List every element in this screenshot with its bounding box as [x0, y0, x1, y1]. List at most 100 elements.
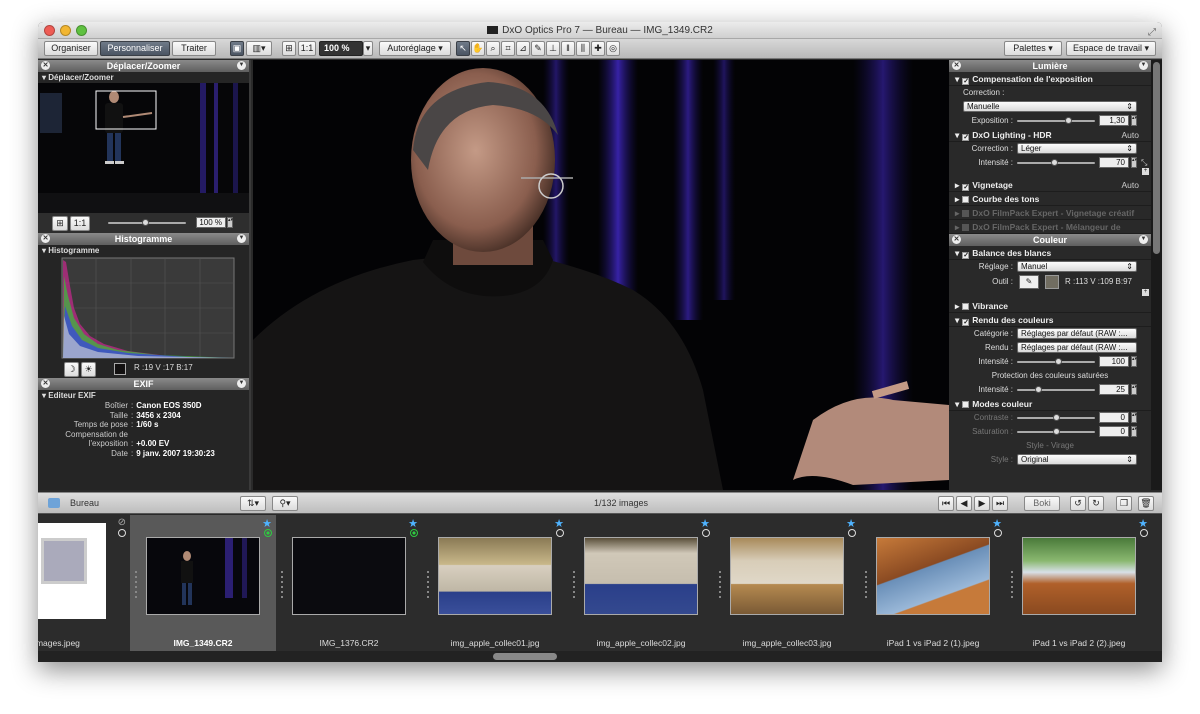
balance-section-header[interactable]: ▾ ✓ Balance des blancs — [949, 246, 1151, 260]
compare-view-icon[interactable]: ▥▾ — [246, 41, 272, 56]
protection-intensite-value[interactable]: 25 — [1099, 384, 1129, 395]
histogram-panel-header[interactable]: ✕ Histogramme ▼ — [38, 233, 249, 245]
zoom-dropdown-icon[interactable]: ▾ — [363, 41, 373, 56]
modes-saturation-value[interactable]: 0 — [1099, 426, 1129, 437]
pointer-tool-icon[interactable]: ↖ — [456, 41, 470, 56]
panel-zoom-value[interactable]: 100 % — [196, 217, 226, 228]
vibrance-checkbox[interactable] — [962, 303, 970, 310]
rendu-rendu-select[interactable]: Réglages par défaut (RAW :... — [1017, 342, 1137, 353]
tab-traiter[interactable]: Traiter — [172, 41, 216, 56]
close-panel-icon[interactable]: ✕ — [41, 234, 50, 243]
protection-intensite-slider[interactable] — [1017, 386, 1095, 393]
drag-grip[interactable] — [865, 571, 867, 601]
minimize-window-button[interactable] — [60, 25, 71, 36]
lighting-correction-select[interactable]: Léger ⇕ — [1017, 143, 1137, 154]
trash-icon[interactable]: 🗑 — [1138, 496, 1154, 511]
lighting-section-header[interactable]: ▾ ✓ DxO Lighting - HDR Auto — [949, 128, 1151, 142]
scrollbar-thumb[interactable] — [1153, 62, 1160, 254]
exposure-correction-select[interactable]: Manuelle ⇕ — [963, 101, 1137, 112]
close-panel-icon[interactable]: ✕ — [952, 61, 961, 70]
zoom-tool-icon[interactable]: ⌕ — [486, 41, 500, 56]
rendu-intensite-slider[interactable] — [1017, 358, 1095, 365]
zoom-panel-header[interactable]: ✕ Déplacer/Zoomer ▼ — [38, 60, 249, 72]
exposure-section-header[interactable]: ▾ ✓ Compensation de l'exposition — [949, 72, 1151, 86]
compare-tool-icon[interactable]: ‖ — [561, 41, 575, 56]
lighting-intensite-value[interactable]: 70 — [1099, 157, 1129, 168]
rendu-intensite-stepper[interactable]: ▴▾ — [1131, 356, 1137, 367]
lighting-checkbox[interactable]: ✓ — [962, 134, 970, 141]
vignetage-section-header[interactable]: ▸ ✓ Vignetage Auto — [949, 178, 1151, 192]
last-image-icon[interactable]: ⏭ — [992, 496, 1008, 511]
protection-intensite-stepper[interactable]: ▴▾ — [1131, 384, 1137, 395]
right-panel-scrollbar[interactable] — [1151, 60, 1162, 490]
eyedropper-tool-icon[interactable]: ✎ — [531, 41, 545, 56]
thumbnail[interactable]: ⊘ images.jpeg — [38, 515, 130, 651]
workspace-dropdown[interactable]: Espace de travail ▾ — [1066, 41, 1156, 56]
main-image-viewer[interactable] — [253, 60, 949, 490]
tab-organiser[interactable]: Organiser — [44, 41, 98, 56]
target-tool-icon[interactable]: ◎ — [606, 41, 620, 56]
boki-button[interactable]: Boki — [1024, 496, 1060, 511]
courbe-section-header[interactable]: ▸ Courbe des tons — [949, 192, 1151, 206]
modes-section-header[interactable]: ▾ Modes couleur — [949, 397, 1151, 411]
close-panel-icon[interactable]: ✕ — [41, 379, 50, 388]
palettes-dropdown[interactable]: Palettes ▾ — [1004, 41, 1062, 56]
autoreglage-dropdown[interactable]: Autoréglage ▾ — [379, 41, 451, 56]
expand-icon[interactable]: + — [1142, 289, 1149, 296]
scrollbar-thumb[interactable] — [493, 653, 557, 660]
drag-grip[interactable] — [573, 571, 575, 601]
exposition-stepper[interactable]: ▴▾ — [1131, 115, 1137, 126]
sort-icon[interactable]: ⇅▾ — [240, 496, 266, 511]
exposition-value[interactable]: 1,30 — [1099, 115, 1129, 126]
copy-icon[interactable]: ❐ — [1116, 496, 1132, 511]
drag-grip[interactable] — [135, 571, 137, 601]
highlight-clip-icon[interactable]: ☀ — [81, 362, 96, 377]
close-panel-icon[interactable]: ✕ — [952, 235, 961, 244]
zoom-window-button[interactable] — [76, 25, 87, 36]
expand-icon[interactable]: + — [1142, 168, 1149, 175]
panel-menu-icon[interactable]: ▼ — [1139, 235, 1148, 244]
modes-saturation-stepper[interactable]: ▴▾ — [1131, 426, 1137, 437]
thumbnail[interactable]: ★ IMG_1376.CR2 — [276, 515, 422, 651]
zoom-input[interactable]: 100 % — [319, 41, 363, 56]
thumbnail[interactable]: ★ img_apple_collec01.jpg — [422, 515, 568, 651]
close-window-button[interactable] — [44, 25, 55, 36]
thumbnail-selected[interactable]: ★ IMG_1349.CR2 — [130, 515, 276, 651]
close-panel-icon[interactable]: ✕ — [41, 61, 50, 70]
single-view-icon[interactable]: ▣ — [230, 41, 244, 56]
repair-tool-icon[interactable]: ✚ — [591, 41, 605, 56]
thumbnail[interactable]: ★ img_apple_collec03.jpg — [714, 515, 860, 651]
panel-zoom-stepper[interactable]: ▴▾ — [227, 217, 233, 228]
prev-image-icon[interactable]: ◀ — [956, 496, 972, 511]
modes-contraste-slider[interactable] — [1017, 414, 1095, 421]
exposure-checkbox[interactable]: ✓ — [962, 78, 970, 85]
rendu-checkbox[interactable]: ✓ — [962, 319, 970, 326]
vignetage-checkbox[interactable]: ✓ — [962, 184, 970, 191]
lighting-intensite-slider[interactable] — [1017, 159, 1095, 166]
drag-grip[interactable] — [719, 571, 721, 601]
modes-saturation-slider[interactable] — [1017, 428, 1095, 435]
rendu-section-header[interactable]: ▾ ✓ Rendu des couleurs — [949, 313, 1151, 327]
courbe-checkbox[interactable] — [962, 196, 970, 203]
rotate-right-icon[interactable]: ↻ — [1088, 496, 1104, 511]
hand-tool-icon[interactable]: ✋ — [471, 41, 485, 56]
panel-zoom-1to1-button[interactable]: 1:1 — [70, 216, 90, 231]
filmstrip-scrollbar[interactable] — [38, 651, 1162, 662]
shadow-clip-icon[interactable]: ☽ — [64, 362, 79, 377]
filter-icon[interactable]: ⚲▾ — [272, 496, 298, 511]
exif-panel-header[interactable]: ✕ EXIF ▼ — [38, 378, 249, 390]
lighting-intensite-stepper[interactable]: ▴▾ — [1131, 157, 1137, 168]
drag-grip[interactable] — [281, 571, 283, 601]
modes-contraste-value[interactable]: 0 — [1099, 412, 1129, 423]
rendu-categorie-select[interactable]: Réglages par défaut (RAW :... — [1017, 328, 1137, 339]
split-tool-icon[interactable]: ⫼ — [576, 41, 590, 56]
thumbnail[interactable]: ★ iPad 1 vs iPad 2 (1).jpeg — [860, 515, 1006, 651]
tab-personnaliser[interactable]: Personnaliser — [100, 41, 170, 56]
style-select[interactable]: Original ⇕ — [1017, 454, 1137, 465]
exposition-slider[interactable] — [1017, 117, 1095, 124]
zoom-slider[interactable] — [108, 219, 186, 226]
panel-menu-icon[interactable]: ▼ — [237, 234, 246, 243]
rendu-intensite-value[interactable]: 100 — [1099, 356, 1129, 367]
modes-contraste-stepper[interactable]: ▴▾ — [1131, 412, 1137, 423]
straighten-tool-icon[interactable]: ⊿ — [516, 41, 530, 56]
